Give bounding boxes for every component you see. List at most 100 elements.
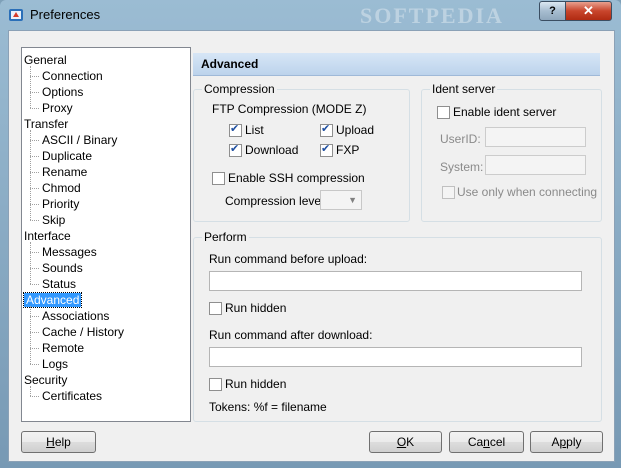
- tree-item-label: Status: [42, 277, 77, 291]
- compression-level-dropdown[interactable]: ▼: [320, 190, 362, 210]
- tree-connector-line: [30, 306, 31, 364]
- apply-button-accel: p: [559, 435, 567, 449]
- perform-group: Perform Run command before upload: Run h…: [193, 230, 602, 422]
- help-button[interactable]: Help: [21, 431, 96, 453]
- tree-item-sounds[interactable]: Sounds: [30, 260, 83, 276]
- app-icon: [9, 9, 23, 21]
- cancel-button[interactable]: Ca n cel: [449, 431, 524, 453]
- chevron-down-icon: ▼: [348, 195, 357, 205]
- upload-label[interactable]: Upload: [336, 123, 374, 137]
- tree-item-label: Remote: [42, 341, 85, 355]
- perform-group-label: Perform: [202, 230, 249, 244]
- tree-item-label: Duplicate: [42, 149, 93, 163]
- tree-item-label: Messages: [42, 245, 97, 259]
- tree-item-remote[interactable]: Remote: [29, 340, 85, 356]
- cancel-button-accel: n: [483, 435, 490, 449]
- cancel-button-label: cel: [489, 435, 506, 449]
- tree-item-rename[interactable]: Rename: [29, 164, 88, 180]
- category-tree[interactable]: General Connection Options Proxy Transfer ASC…: [21, 47, 191, 422]
- system-label: System:: [440, 160, 484, 174]
- cancel-button-pre: Ca: [467, 435, 484, 449]
- tree-item-priority[interactable]: Priority: [29, 196, 79, 212]
- tree-item-proxy[interactable]: Proxy: [30, 100, 73, 116]
- ssh-compression-label[interactable]: Enable SSH compression: [228, 171, 365, 185]
- tree-item-ascii-binary[interactable]: ASCII / Binary: [29, 132, 118, 148]
- help-button-label: elp: [54, 435, 71, 449]
- tree-item-label: Security: [24, 373, 68, 387]
- before-upload-label: Run command before upload:: [209, 252, 368, 266]
- tree-item-label: Proxy: [42, 101, 73, 115]
- run-hidden-upload-label[interactable]: Run hidden: [225, 301, 286, 315]
- run-hidden-download-label[interactable]: Run hidden: [225, 377, 286, 391]
- enable-ident-label[interactable]: Enable ident server: [453, 105, 556, 119]
- tree-item-skip[interactable]: Skip: [29, 212, 66, 228]
- tree-item-options[interactable]: Options: [29, 84, 84, 100]
- watermark: SOFTPEDIA: [360, 3, 504, 28]
- tree-item-logs[interactable]: Logs: [29, 356, 69, 372]
- tree-item-label: Logs: [42, 357, 69, 371]
- tree-item-label: Sounds: [42, 261, 83, 275]
- fxp-label[interactable]: FXP: [336, 143, 359, 157]
- tree-item-label: Rename: [42, 165, 88, 179]
- tree-item-label: Advanced: [22, 292, 83, 308]
- ftp-compression-label: FTP Compression (MODE Z): [212, 102, 367, 116]
- title-bar[interactable]: Preferences SOFTPEDIA ? ✕: [0, 0, 621, 30]
- dialog-client-area: General Connection Options Proxy Transfer ASC…: [8, 30, 615, 462]
- tree-item-label: ASCII / Binary: [42, 133, 118, 147]
- ssh-compression-checkbox[interactable]: [212, 172, 225, 185]
- tree-connector-line: [30, 242, 31, 284]
- tree-item-label: Chmod: [42, 181, 81, 195]
- before-upload-input[interactable]: [209, 271, 582, 291]
- userid-label: UserID:: [440, 132, 481, 146]
- tree-item-messages[interactable]: Messages: [30, 244, 97, 260]
- download-checkbox[interactable]: [229, 142, 242, 157]
- section-title: Advanced: [201, 57, 259, 71]
- compression-group-label: Compression: [202, 82, 277, 96]
- run-hidden-upload-checkbox[interactable]: [209, 302, 222, 315]
- run-hidden-download-checkbox[interactable]: [209, 378, 222, 391]
- list-label[interactable]: List: [245, 123, 264, 137]
- userid-field[interactable]: [485, 127, 586, 147]
- title-close-button[interactable]: ✕: [565, 1, 612, 21]
- fxp-checkbox[interactable]: [320, 142, 333, 157]
- tree-item-interface[interactable]: Interface: [24, 228, 71, 244]
- title-help-button[interactable]: ?: [539, 1, 566, 21]
- tree-item-cache-history[interactable]: Cache / History: [29, 324, 124, 340]
- tree-connector-line: [30, 130, 31, 220]
- apply-button[interactable]: Ap ply: [530, 431, 603, 453]
- apply-button-pre: A: [551, 435, 560, 449]
- tree-item-duplicate[interactable]: Duplicate: [29, 148, 93, 164]
- tree-item-label: Skip: [42, 213, 66, 227]
- tree-item-label: Options: [42, 85, 84, 99]
- use-only-connecting-label[interactable]: Use only when connecting: [457, 185, 597, 199]
- tree-item-advanced[interactable]: Advanced: [22, 292, 83, 308]
- tree-item-label: Interface: [24, 229, 71, 243]
- tree-item-chmod[interactable]: Chmod: [30, 180, 81, 196]
- window-title: Preferences: [30, 7, 101, 22]
- tree-item-status[interactable]: Status: [29, 276, 77, 292]
- use-only-connecting-checkbox[interactable]: [442, 186, 455, 199]
- ident-server-group-label: Ident server: [430, 82, 498, 96]
- compression-level-label: Compression level:: [225, 194, 328, 208]
- system-field[interactable]: [485, 155, 586, 175]
- tree-connector-line: [30, 386, 31, 396]
- enable-ident-checkbox[interactable]: [437, 106, 450, 119]
- tokens-text: Tokens: %f = filename: [209, 400, 327, 414]
- section-header: Advanced: [193, 53, 600, 76]
- list-checkbox[interactable]: [229, 122, 242, 137]
- ok-button-accel: O: [396, 435, 407, 449]
- tree-item-label: Associations: [42, 309, 110, 323]
- download-label[interactable]: Download: [245, 143, 298, 157]
- compression-group: Compression FTP Compression (MODE Z) Lis…: [193, 82, 410, 222]
- tree-item-associations[interactable]: Associations: [29, 308, 110, 324]
- tree-item-connection[interactable]: Connection: [30, 68, 103, 84]
- ok-button[interactable]: OK: [369, 431, 442, 453]
- tree-item-certificates[interactable]: Certificates: [29, 388, 103, 404]
- tree-connector-line: [30, 66, 31, 108]
- tree-item-label: Certificates: [42, 389, 103, 403]
- preferences-window: Preferences SOFTPEDIA ? ✕ General Connect…: [0, 0, 621, 468]
- help-button-accel: H: [46, 435, 55, 449]
- after-download-input[interactable]: [209, 347, 582, 367]
- after-download-label: Run command after download:: [209, 328, 373, 342]
- upload-checkbox[interactable]: [320, 122, 333, 137]
